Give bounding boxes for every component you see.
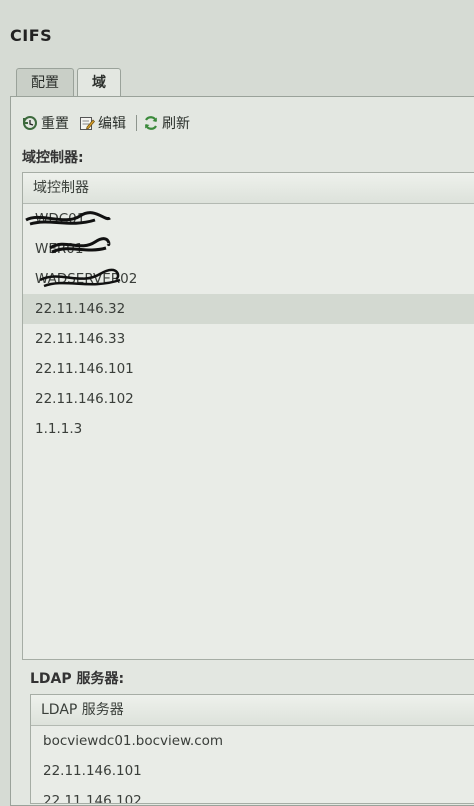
table-row[interactable]: 1.1.1.3: [23, 414, 474, 444]
reset-label: 重置: [41, 116, 69, 132]
table-row[interactable]: WADSERVER02: [23, 264, 474, 294]
table-row[interactable]: 22.11.146.101: [23, 354, 474, 384]
edit-icon: [80, 117, 95, 130]
domain-controller-column-header[interactable]: 域控制器: [23, 173, 474, 204]
tab-config[interactable]: 配置: [16, 68, 74, 96]
table-row[interactable]: WDC01: [23, 204, 474, 234]
table-row[interactable]: 22.11.146.102: [31, 786, 474, 803]
toolbar: 重置 编辑 刷新: [22, 113, 200, 133]
table-row[interactable]: bocviewdc01.bocview.com: [31, 726, 474, 756]
table-row[interactable]: WER01: [23, 234, 474, 264]
toolbar-divider: [136, 115, 137, 131]
reset-button[interactable]: 重置: [22, 113, 69, 133]
ldap-server-grid: LDAP 服务器 bocviewdc01.bocview.com 22.11.1…: [30, 694, 474, 804]
tab-strip: 配置 域: [16, 68, 124, 96]
edit-label: 编辑: [98, 116, 126, 132]
reset-icon: [23, 116, 37, 130]
domain-controller-section-label: 域控制器:: [22, 150, 84, 166]
window-title: CIFS: [10, 26, 53, 45]
tab-domain[interactable]: 域: [77, 68, 121, 96]
domain-controller-grid: 域控制器 WDC01 WER01 WADSERVER02 22.11.146.3…: [22, 172, 474, 660]
refresh-button[interactable]: 刷新: [143, 113, 190, 133]
refresh-icon: [144, 116, 158, 130]
table-row[interactable]: 22.11.146.102: [23, 384, 474, 414]
refresh-label: 刷新: [162, 116, 190, 132]
table-row[interactable]: 22.11.146.101: [31, 756, 474, 786]
edit-button[interactable]: 编辑: [79, 113, 126, 133]
ldap-section-label: LDAP 服务器:: [30, 671, 125, 687]
table-row[interactable]: 22.11.146.32: [23, 294, 474, 324]
ldap-column-header[interactable]: LDAP 服务器: [31, 695, 474, 726]
table-row[interactable]: 22.11.146.33: [23, 324, 474, 354]
